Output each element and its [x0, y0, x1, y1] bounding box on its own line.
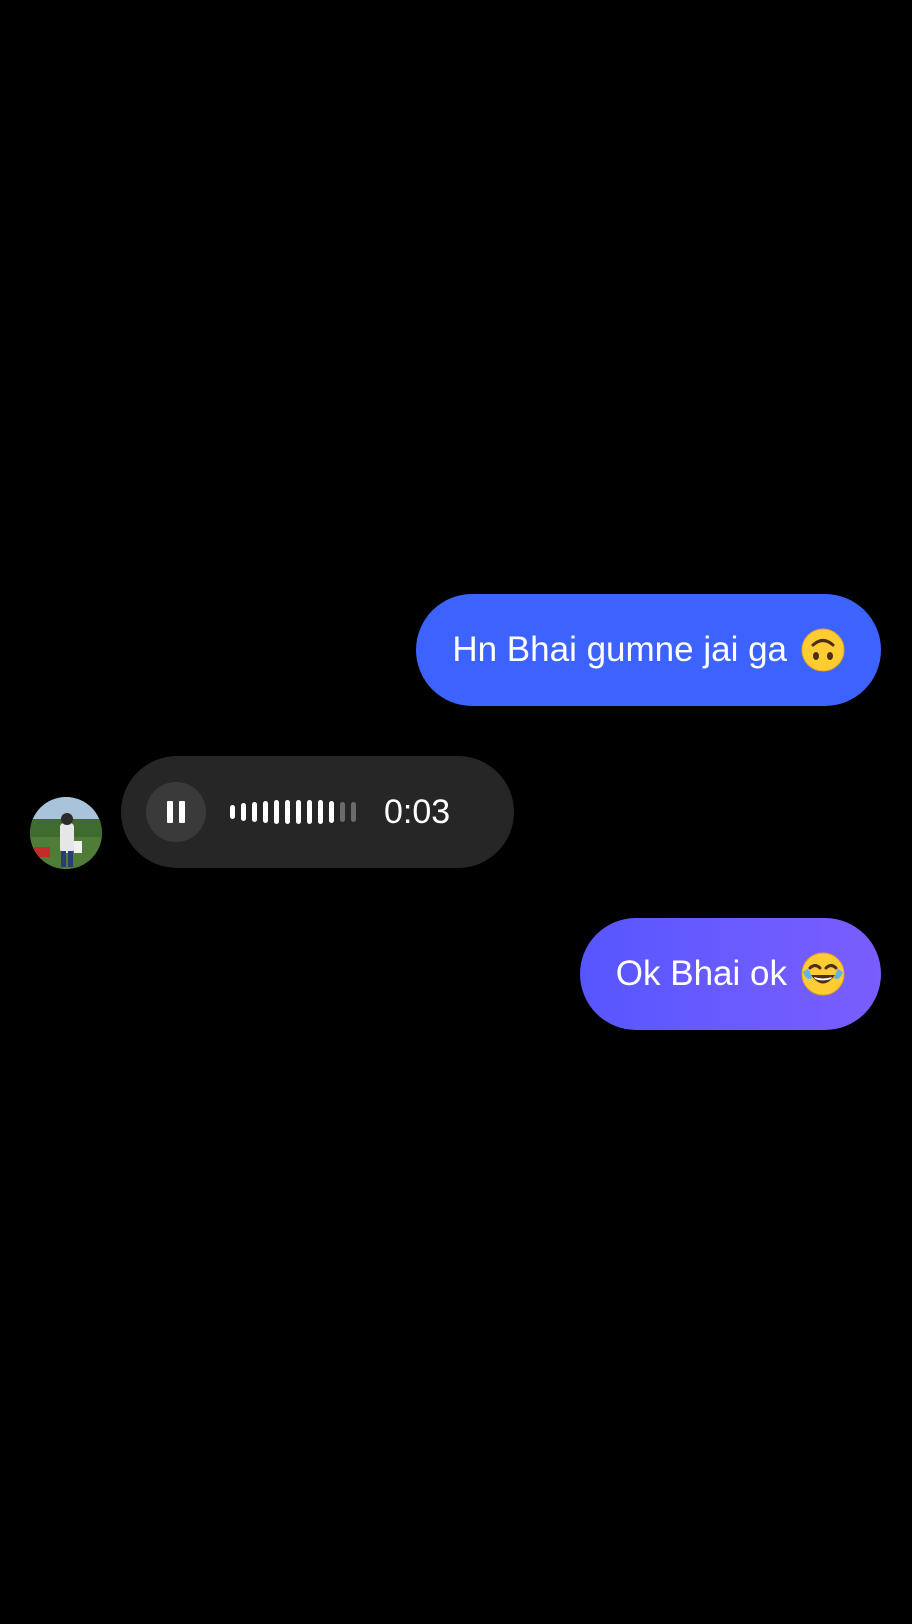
waveform-bar	[351, 802, 356, 822]
face-with-tears-of-joy-icon	[801, 952, 845, 996]
voice-duration: 0:03	[384, 792, 451, 831]
waveform-bar	[230, 805, 235, 819]
waveform-bar	[252, 802, 257, 822]
sender-avatar[interactable]	[30, 797, 102, 869]
waveform-bar	[241, 803, 246, 821]
waveform-bar	[340, 802, 345, 822]
message-text: Hn Bhai gumne jai ga	[452, 630, 787, 669]
outgoing-message-bubble[interactable]: Hn Bhai gumne jai ga	[416, 594, 881, 706]
waveform-bar	[285, 800, 290, 824]
message-text: Ok Bhai ok	[615, 954, 787, 993]
chat-thread: Hn Bhai gumne jai ga 0:03 Ok Bhai ok	[0, 0, 912, 1624]
pause-button[interactable]	[146, 782, 206, 842]
voice-message-bubble[interactable]: 0:03	[121, 756, 514, 868]
waveform-bar	[263, 801, 268, 823]
waveform-bar	[329, 801, 334, 823]
pause-icon	[167, 801, 173, 823]
upside-down-face-icon	[801, 628, 845, 672]
avatar-image	[30, 797, 102, 869]
outgoing-message-bubble[interactable]: Ok Bhai ok	[579, 918, 881, 1030]
audio-waveform[interactable]	[230, 792, 362, 832]
waveform-bar	[307, 800, 312, 824]
waveform-bar	[318, 800, 323, 824]
waveform-bar	[296, 800, 301, 824]
waveform-bar	[274, 800, 279, 824]
